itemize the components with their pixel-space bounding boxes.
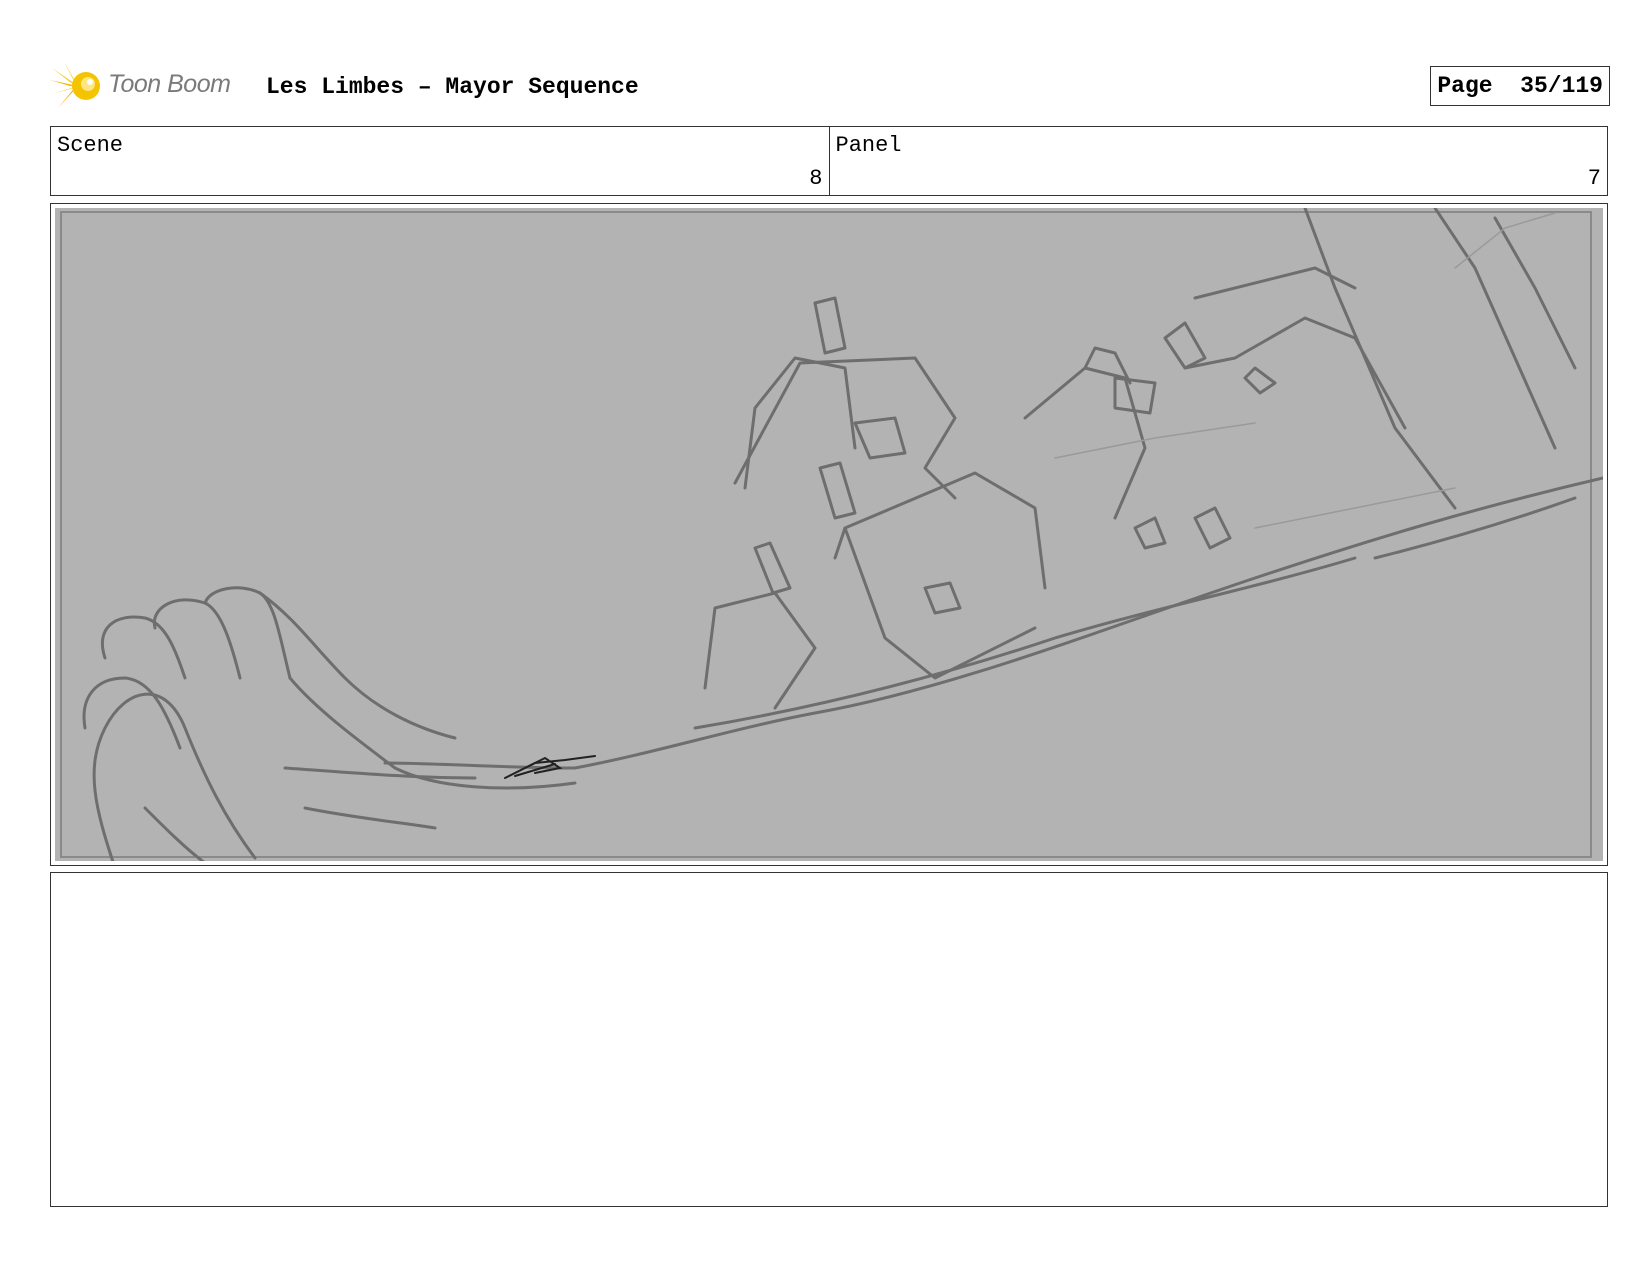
panel-value: 7 — [1587, 166, 1601, 191]
document-title: Les Limbes – Mayor Sequence — [266, 74, 639, 100]
storyboard-panel — [50, 203, 1608, 866]
scene-panel-info: Scene 8 Panel 7 — [50, 126, 1608, 196]
toon-boom-logo-icon — [50, 62, 100, 108]
panel-cell: Panel 7 — [828, 127, 1608, 195]
page-indicator: Page 35/119 — [1430, 66, 1610, 106]
scene-cell: Scene 8 — [51, 127, 829, 195]
sketch-drawing — [60, 208, 1603, 861]
brand-name: Toon Boom — [108, 70, 231, 98]
page-label: Page — [1437, 73, 1493, 99]
page-header: Toon Boom Les Limbes – Mayor Sequence Pa… — [50, 58, 1610, 114]
page-number: 35/119 — [1520, 73, 1603, 99]
panel-sketch-image — [55, 208, 1603, 861]
scene-value: 8 — [809, 166, 823, 191]
panel-label: Panel — [835, 133, 902, 158]
panel-notes-area — [50, 872, 1608, 1207]
scene-label: Scene — [57, 133, 124, 158]
